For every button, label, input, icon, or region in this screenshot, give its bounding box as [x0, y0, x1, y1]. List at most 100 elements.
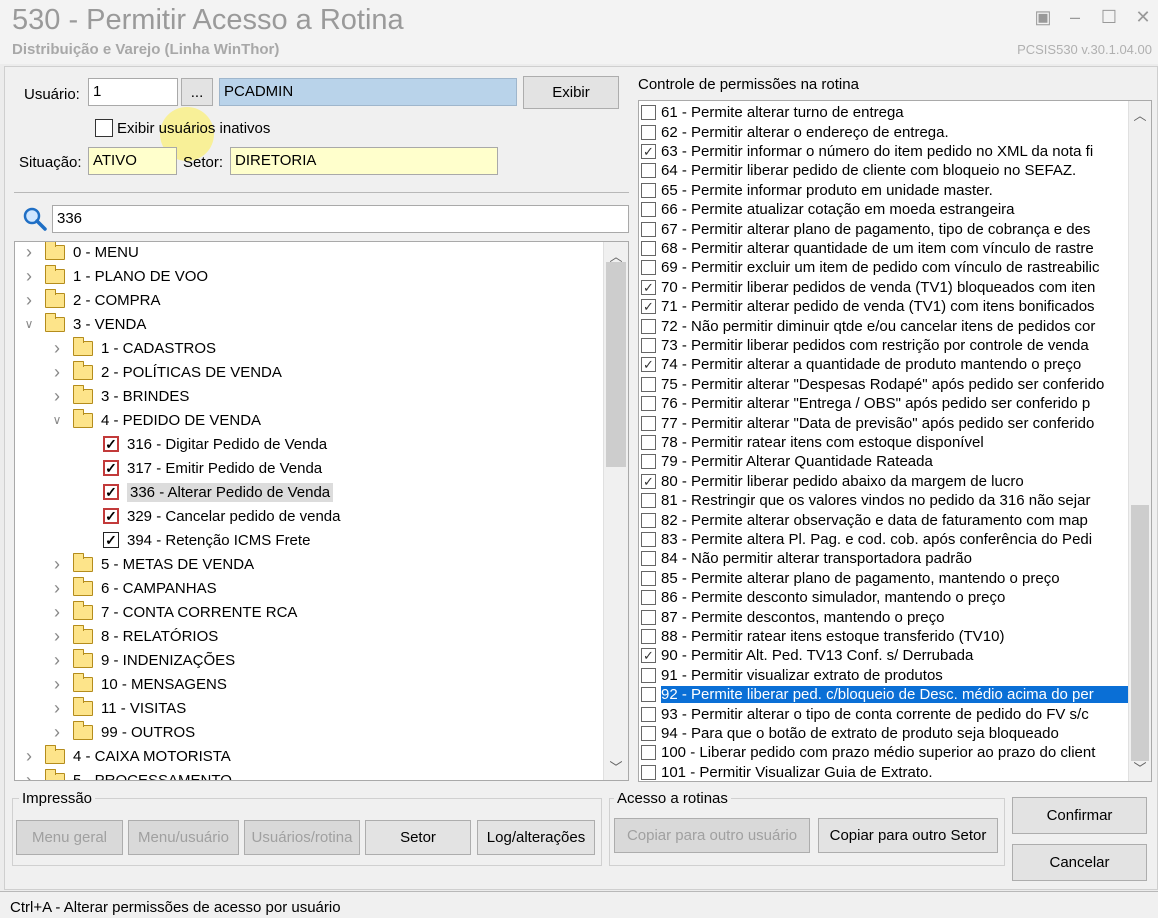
- tree-folder-item[interactable]: › 1 - PLANO DE VOO: [23, 264, 208, 288]
- permission-item[interactable]: ✓ 63 - Permitir informar o número do item…: [641, 142, 1131, 161]
- permission-checkbox[interactable]: [641, 531, 656, 547]
- chevron-right-icon[interactable]: ›: [51, 698, 63, 719]
- copiar-usuario-button[interactable]: Copiar para outro usuário: [614, 818, 810, 853]
- permission-item[interactable]: 82 - Permite alterar observação e data d…: [641, 510, 1131, 529]
- permission-checkbox[interactable]: [641, 706, 656, 722]
- permission-item[interactable]: 94 - Para que o botão de extrato de prod…: [641, 724, 1131, 743]
- permission-checkbox[interactable]: [641, 551, 656, 567]
- permission-item[interactable]: 69 - Permitir excluir um item de pedido …: [641, 258, 1131, 277]
- tree-folder-item[interactable]: › 11 - VISITAS: [51, 696, 186, 720]
- tree-folder-item[interactable]: › 8 - RELATÓRIOS: [51, 624, 218, 648]
- permission-checkbox[interactable]: [641, 434, 656, 450]
- chevron-down-icon[interactable]: ∨: [23, 317, 35, 331]
- setor-print-button[interactable]: Setor: [365, 820, 471, 855]
- minimize-icon[interactable]: –: [1064, 6, 1086, 28]
- permission-item[interactable]: ✓ 74 - Permitir alterar a quantidade de p…: [641, 355, 1131, 374]
- permission-checkbox[interactable]: ✓: [641, 473, 656, 489]
- permission-item[interactable]: 77 - Permitir alterar "Data de previsão"…: [641, 413, 1131, 432]
- log-alteracoes-button[interactable]: Log/alterações: [477, 820, 595, 855]
- permissions-scrollbar[interactable]: ︿ ﹀: [1128, 101, 1151, 781]
- permission-item[interactable]: 65 - Permite informar produto em unidade…: [641, 181, 1131, 200]
- usuario-code-input[interactable]: 1: [88, 78, 178, 106]
- permission-item[interactable]: 101 - Permitir Visualizar Guia de Extrat…: [641, 763, 1131, 781]
- permission-item[interactable]: 93 - Permitir alterar o tipo de conta co…: [641, 704, 1131, 723]
- permission-item[interactable]: 79 - Permitir Alterar Quantidade Rateada: [641, 452, 1131, 471]
- permission-item[interactable]: 86 - Permite desconto simulador, mantend…: [641, 588, 1131, 607]
- routine-checkbox[interactable]: ✓: [103, 484, 119, 500]
- user-lookup-button[interactable]: ...: [181, 78, 213, 106]
- tree-routine-item[interactable]: ✓ 394 - Retenção ICMS Frete: [103, 528, 310, 552]
- permission-checkbox[interactable]: ✓: [641, 357, 656, 373]
- routine-tree[interactable]: › 0 - MENU › 1 - PLANO DE VOO › 2 - COMPRA ∨ 3 …: [14, 241, 629, 781]
- permission-item[interactable]: 68 - Permitir alterar quantidade de um i…: [641, 239, 1131, 258]
- permission-item[interactable]: 61 - Permite alterar turno de entrega: [641, 103, 1131, 122]
- chevron-right-icon[interactable]: ›: [23, 242, 35, 263]
- permission-checkbox[interactable]: [641, 512, 656, 528]
- tree-folder-item[interactable]: ∨ 3 - VENDA: [23, 312, 146, 336]
- tree-scroll-thumb[interactable]: [606, 262, 626, 467]
- permission-item[interactable]: 84 - Não permitir alterar transportadora…: [641, 549, 1131, 568]
- tree-folder-item[interactable]: › 5 - METAS DE VENDA: [51, 552, 254, 576]
- permission-checkbox[interactable]: [641, 454, 656, 470]
- search-input[interactable]: 336: [52, 205, 629, 233]
- show-inactive-checkbox[interactable]: [95, 119, 113, 137]
- scroll-down-icon[interactable]: ﹀: [604, 757, 628, 776]
- permission-checkbox[interactable]: [641, 609, 656, 625]
- chevron-down-icon[interactable]: ∨: [51, 413, 63, 427]
- tree-folder-item[interactable]: › 2 - COMPRA: [23, 288, 161, 312]
- permission-item[interactable]: 73 - Permitir liberar pedidos com restri…: [641, 336, 1131, 355]
- permission-item[interactable]: 64 - Permitir liberar pedido de cliente …: [641, 161, 1131, 180]
- perm-scroll-thumb[interactable]: [1131, 505, 1149, 761]
- permission-checkbox[interactable]: [641, 163, 656, 179]
- chevron-right-icon[interactable]: ›: [51, 386, 63, 407]
- permission-checkbox[interactable]: [641, 221, 656, 237]
- perm-scroll-up-icon[interactable]: ︿: [1129, 105, 1151, 124]
- maximize-icon[interactable]: ☐: [1098, 6, 1120, 28]
- chevron-right-icon[interactable]: ›: [23, 770, 35, 781]
- permission-checkbox[interactable]: ✓: [641, 279, 656, 295]
- tree-folder-item[interactable]: › 3 - BRINDES: [51, 384, 189, 408]
- chevron-right-icon[interactable]: ›: [23, 290, 35, 311]
- permission-checkbox[interactable]: [641, 745, 656, 761]
- routine-checkbox[interactable]: ✓: [103, 508, 119, 524]
- permission-checkbox[interactable]: [641, 764, 656, 780]
- restore-icon[interactable]: ▣: [1032, 6, 1054, 28]
- permission-checkbox[interactable]: [641, 570, 656, 586]
- tree-folder-item[interactable]: › 1 - CADASTROS: [51, 336, 216, 360]
- menu-geral-button[interactable]: Menu geral: [16, 820, 123, 855]
- permission-checkbox[interactable]: [641, 415, 656, 431]
- permission-checkbox[interactable]: [641, 493, 656, 509]
- permission-item[interactable]: 67 - Permitir alterar plano de pagamento…: [641, 219, 1131, 238]
- permission-item[interactable]: 87 - Permite descontos, mantendo o preço: [641, 607, 1131, 626]
- cancelar-button[interactable]: Cancelar: [1012, 844, 1147, 881]
- permission-checkbox[interactable]: [641, 725, 656, 741]
- tree-folder-item[interactable]: › 0 - MENU: [23, 242, 139, 264]
- permission-checkbox[interactable]: [641, 376, 656, 392]
- confirmar-button[interactable]: Confirmar: [1012, 797, 1147, 834]
- tree-scrollbar[interactable]: ︿ ﹀: [603, 242, 628, 780]
- permission-item[interactable]: ✓ 80 - Permitir liberar pedido abaixo da …: [641, 472, 1131, 491]
- tree-folder-item[interactable]: › 99 - OUTROS: [51, 720, 195, 744]
- routine-checkbox[interactable]: ✓: [103, 532, 119, 548]
- tree-folder-item[interactable]: ∨ 4 - PEDIDO DE VENDA: [51, 408, 261, 432]
- chevron-right-icon[interactable]: ›: [51, 650, 63, 671]
- permission-item[interactable]: ✓ 71 - Permitir alterar pedido de venda (…: [641, 297, 1131, 316]
- close-icon[interactable]: ✕: [1132, 6, 1154, 28]
- permission-checkbox[interactable]: ✓: [641, 648, 656, 664]
- permission-item[interactable]: 72 - Não permitir diminuir qtde e/ou can…: [641, 316, 1131, 335]
- usuarios-rotina-button[interactable]: Usuários/rotina: [244, 820, 360, 855]
- permission-checkbox[interactable]: [641, 318, 656, 334]
- permission-checkbox[interactable]: [641, 337, 656, 353]
- chevron-right-icon[interactable]: ›: [51, 602, 63, 623]
- tree-folder-item[interactable]: › 10 - MENSAGENS: [51, 672, 227, 696]
- permission-item[interactable]: 78 - Permitir ratear itens com estoque d…: [641, 433, 1131, 452]
- permission-checkbox[interactable]: [641, 202, 656, 218]
- tree-routine-item[interactable]: ✓ 316 - Digitar Pedido de Venda: [103, 432, 327, 456]
- chevron-right-icon[interactable]: ›: [51, 554, 63, 575]
- permission-item[interactable]: 88 - Permitir ratear itens estoque trans…: [641, 627, 1131, 646]
- permission-item[interactable]: 91 - Permitir visualizar extrato de prod…: [641, 666, 1131, 685]
- permission-item[interactable]: 83 - Permite altera Pl. Pag. e cod. cob.…: [641, 530, 1131, 549]
- permission-item[interactable]: 76 - Permitir alterar "Entrega / OBS" ap…: [641, 394, 1131, 413]
- chevron-right-icon[interactable]: ›: [51, 578, 63, 599]
- chevron-right-icon[interactable]: ›: [51, 626, 63, 647]
